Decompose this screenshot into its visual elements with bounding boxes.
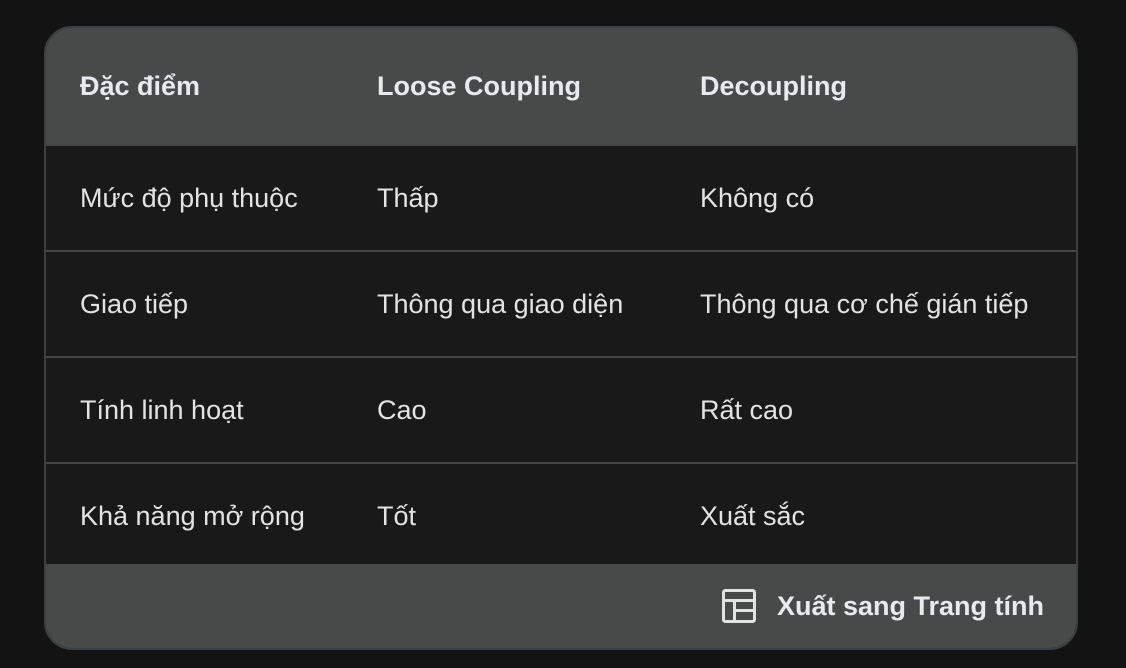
table-cell: Khả năng mở rộng (80, 500, 305, 531)
table-row: Mức độ phụ thuộc Thấp Không có (46, 144, 1076, 250)
comparison-table: Đặc điểm Loose Coupling Decoupling Mức đ… (44, 26, 1078, 650)
table-cell: Tính linh hoạt (80, 394, 244, 425)
export-to-sheets-button[interactable]: Xuất sang Trang tính (721, 564, 1044, 648)
table-row: Giao tiếp Thông qua giao diện Thông qua … (46, 250, 1076, 356)
header-cell-loose-coupling: Loose Coupling (377, 70, 581, 101)
table-cell: Tốt (377, 500, 417, 531)
table-cell: Không có (700, 182, 815, 213)
table-row: Khả năng mở rộng Tốt Xuất sắc (46, 462, 1076, 568)
table-header-row: Đặc điểm Loose Coupling Decoupling (46, 28, 1076, 144)
table-row: Tính linh hoạt Cao Rất cao (46, 356, 1076, 462)
table-cell: Giao tiếp (80, 288, 189, 319)
table-cell: Thông qua giao diện (377, 288, 624, 319)
table-footer: Xuất sang Trang tính (46, 564, 1076, 648)
table-cell: Mức độ phụ thuộc (80, 182, 298, 213)
table-cell: Xuất sắc (700, 500, 806, 531)
header-cell-decoupling: Decoupling (700, 70, 847, 101)
export-button-label: Xuất sang Trang tính (776, 590, 1044, 621)
table-cell: Thông qua cơ chế gián tiếp (700, 288, 1029, 319)
table-cell: Rất cao (700, 394, 794, 425)
table-cell: Cao (377, 394, 427, 425)
table-icon (721, 588, 757, 624)
table-cell: Thấp (377, 182, 439, 213)
header-cell-feature: Đặc điểm (80, 70, 201, 101)
